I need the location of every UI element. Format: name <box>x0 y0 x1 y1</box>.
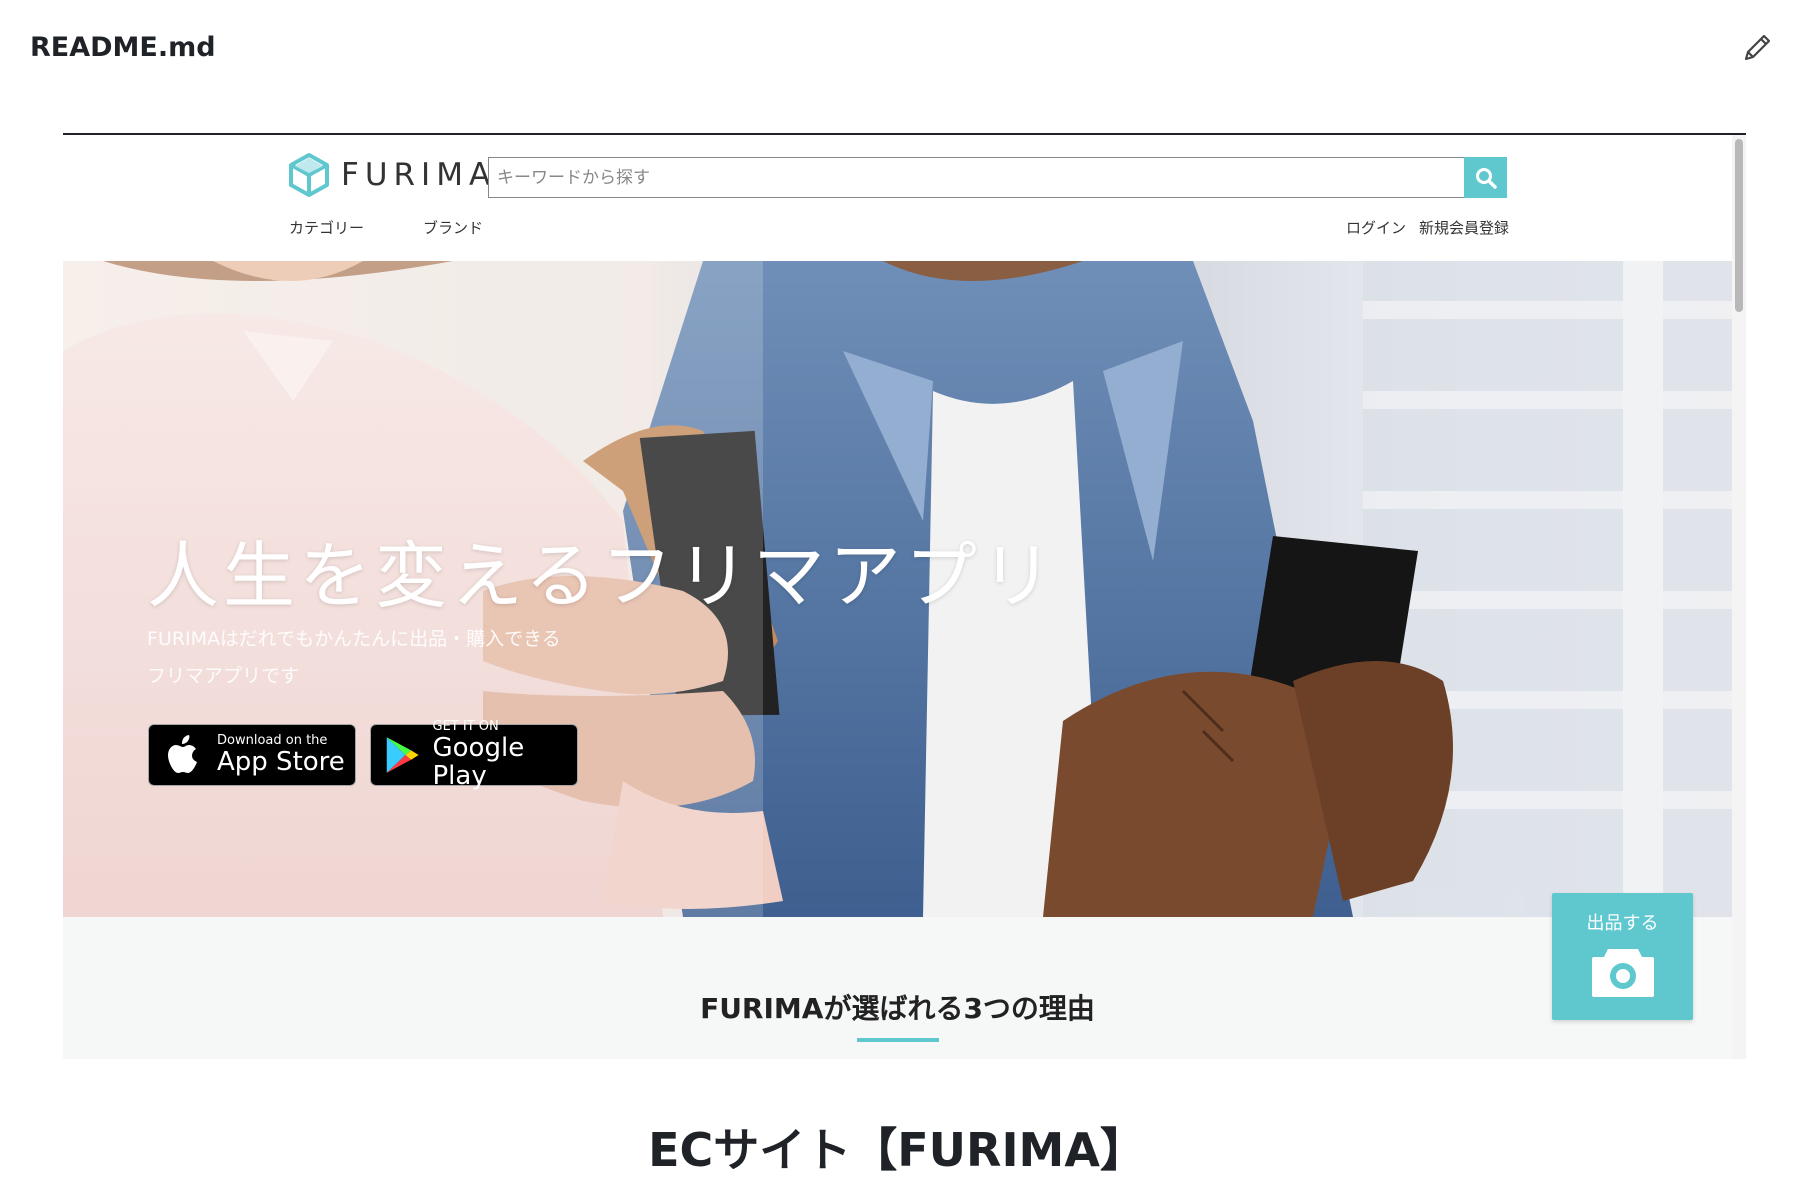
reasons-underline <box>857 1038 939 1042</box>
main-heading: ECサイト【FURIMA】 <box>648 1123 1146 1177</box>
camera-icon <box>1592 949 1654 997</box>
google-play-icon <box>386 737 419 773</box>
search-box <box>488 157 1506 198</box>
app-store-big-text: App Store <box>217 747 345 777</box>
furima-logo[interactable]: FURIMA <box>287 151 496 199</box>
google-play-badge[interactable]: GET IT ON Google Play <box>370 720 578 790</box>
hero-banner: 人生を変えるフリマアプリ FURIMAはだれでもかんたんに出品・購入できる フリ… <box>63 261 1732 917</box>
search-input[interactable] <box>489 158 1474 198</box>
apple-icon <box>168 735 197 773</box>
sell-button-label: 出品する <box>1586 913 1659 934</box>
hero-subtext-line1: FURIMAはだれでもかんたんに出品・購入できる <box>147 628 561 650</box>
google-play-big-text: Google Play <box>432 733 525 791</box>
hero-subtext-line2: フリマアプリです <box>147 665 300 687</box>
app-store-small-text: Download on the <box>217 733 328 748</box>
search-icon <box>1475 167 1497 189</box>
readme-filename: README.md <box>30 32 216 63</box>
pencil-icon[interactable] <box>1737 28 1777 68</box>
app-store-badge[interactable]: Download on the App Store <box>148 724 356 786</box>
reasons-section: FURIMAが選ばれる3つの理由 <box>63 917 1732 1059</box>
nav-login[interactable]: ログイン <box>1346 217 1406 238</box>
nav-signup[interactable]: 新規会員登録 <box>1419 217 1509 238</box>
scrollbar-thumb[interactable] <box>1735 139 1743 312</box>
reasons-title: FURIMAが選ばれる3つの理由 <box>700 992 1095 1025</box>
readme-header: README.md <box>0 0 1794 100</box>
nav-brand[interactable]: ブランド <box>423 217 483 238</box>
scrollbar[interactable] <box>1732 135 1746 1059</box>
logo-text: FURIMA <box>341 157 497 193</box>
google-play-small-text: GET IT ON <box>432 719 499 734</box>
search-button[interactable] <box>1464 157 1507 198</box>
nav-category[interactable]: カテゴリー <box>289 217 364 238</box>
embedded-screenshot: FURIMA カテゴリー ブランド ログイン 新規会員登録 <box>63 135 1746 1059</box>
hero-catchphrase: 人生を変えるフリマアプリ <box>147 534 1057 618</box>
hero-subtext: FURIMAはだれでもかんたんに出品・購入できる フリマアプリです <box>147 621 561 695</box>
sell-button[interactable]: 出品する <box>1552 893 1693 1020</box>
cube-logo-icon <box>289 153 329 197</box>
